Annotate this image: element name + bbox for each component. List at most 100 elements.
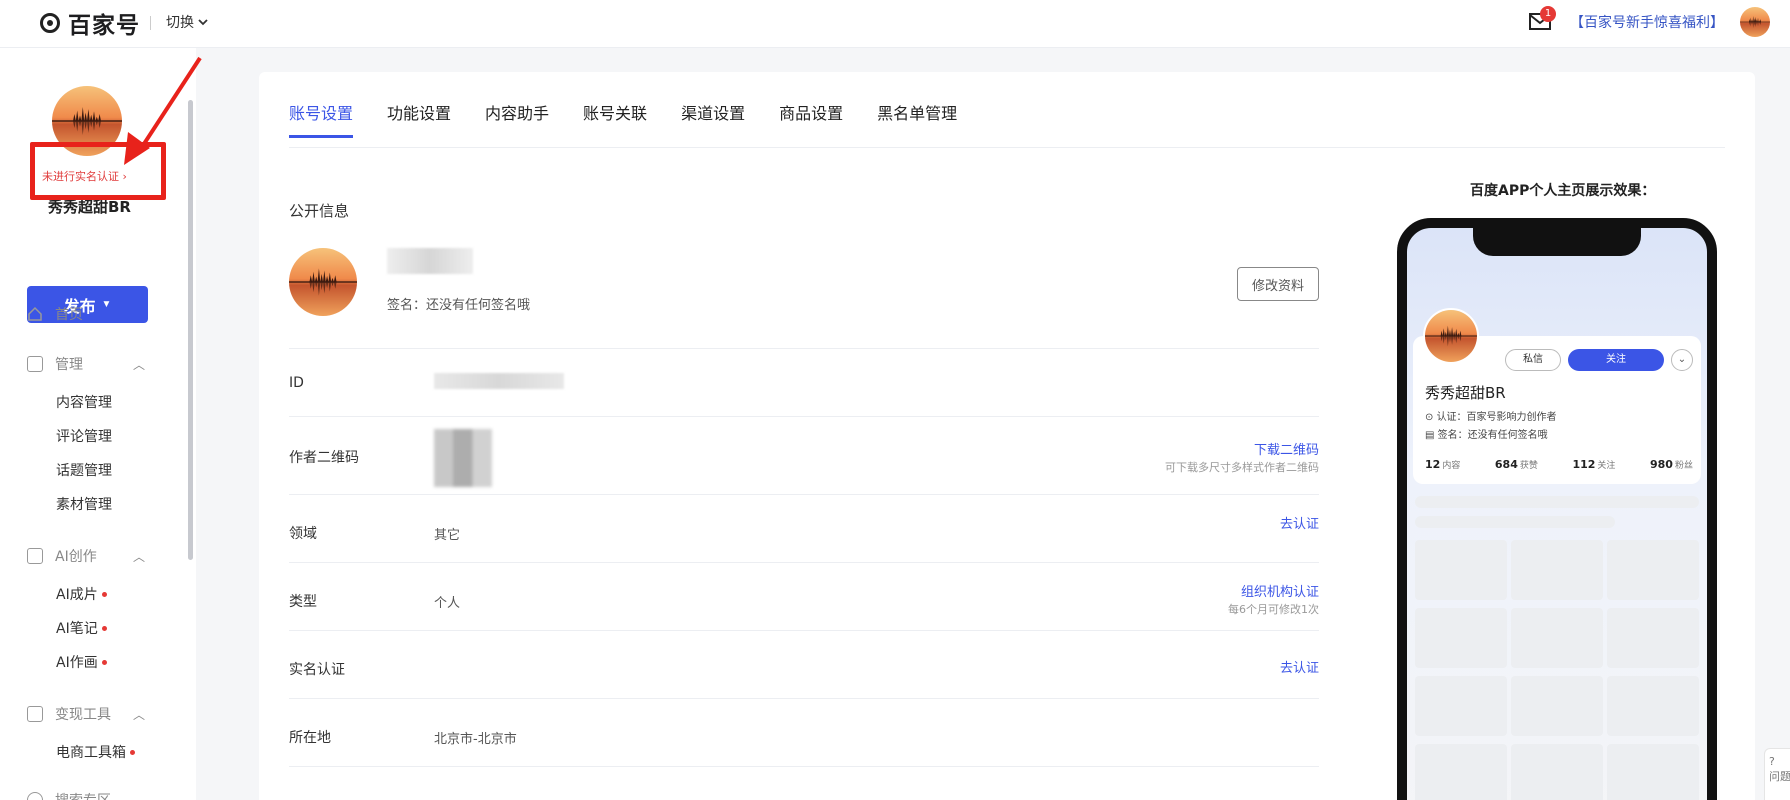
manage-icon <box>27 356 43 372</box>
download-qrcode-link[interactable]: 下载二维码 <box>1254 439 1319 458</box>
preview-title: 百度APP个人主页展示效果： <box>1470 183 1656 199</box>
chevron-down-icon <box>198 19 208 26</box>
chevron-up-icon: ︿ <box>133 707 146 722</box>
tab-channels[interactable]: 渠道设置 <box>681 100 745 138</box>
row-label: 实名认证 <box>289 662 345 678</box>
sidebar-group-search[interactable]: 搜索专区 <box>27 790 111 800</box>
preview-signature-text: 签名：还没有任何签名哦 <box>1437 430 1548 441</box>
sidebar-item-label: AI成片 <box>56 587 98 603</box>
new-dot <box>130 749 135 755</box>
qrcode-hint: 可下载多尺寸多样式作者二维码 <box>1165 461 1319 474</box>
row-label: 领域 <box>289 526 317 542</box>
preview-grid <box>1415 608 1699 668</box>
promo-link[interactable]: 【百家号新手惊喜福利】 <box>1570 12 1724 32</box>
type-hint: 每6个月可修改1次 <box>1228 603 1319 616</box>
row-location: 所在地 北京市-北京市 <box>289 698 1319 766</box>
stat-num: 684 <box>1494 458 1518 471</box>
tab-products[interactable]: 商品设置 <box>779 100 843 138</box>
new-dot <box>101 659 107 665</box>
preview-placeholder <box>1415 516 1615 528</box>
sidebar-group-monetize[interactable]: 变现工具 ︿ <box>27 704 145 724</box>
sidebar-group-ai[interactable]: AI创作 ︿ <box>27 546 145 566</box>
sidebar-item-label: AI笔记 <box>56 621 98 637</box>
header-divider <box>150 16 151 30</box>
stat-label: 内容 <box>1442 461 1461 471</box>
sidebar-item-label: 电商工具箱 <box>56 745 126 761</box>
stat-num: 112 <box>1572 458 1596 471</box>
switch-account-button[interactable]: 切换 <box>166 12 208 32</box>
field-verify-link[interactable]: 去认证 <box>1280 513 1319 532</box>
logo-text: 百家号 <box>68 13 140 39</box>
chevron-down-icon: ⌄ <box>1671 349 1693 371</box>
blurred-id <box>434 373 564 389</box>
row-value: 其它 <box>434 528 461 543</box>
sidebar-item-ai-video[interactable]: AI成片 <box>56 584 107 604</box>
help-widget[interactable]: ? 问题 <box>1764 748 1790 800</box>
sidebar-item-materials[interactable]: 素材管理 <box>56 494 112 514</box>
preview-cert-text: 认证：百家号影响力创作者 <box>1436 412 1557 423</box>
row-label: 所在地 <box>289 730 331 746</box>
new-dot <box>101 591 107 597</box>
row-value: 北京市-北京市 <box>434 732 517 747</box>
stat-item: 112 关注 <box>1572 458 1615 471</box>
profile-signature: 签名：还没有任何签名哦 <box>387 298 531 313</box>
tab-account-link[interactable]: 账号关联 <box>583 100 647 138</box>
row-type: 类型 个人 组织机构认证 每6个月可修改1次 <box>289 562 1319 630</box>
preview-grid <box>1415 540 1699 600</box>
tab-features[interactable]: 功能设置 <box>387 100 451 138</box>
profile-avatar <box>289 248 357 316</box>
sidebar-item-ecommerce[interactable]: 电商工具箱 <box>56 742 135 762</box>
logo-icon <box>40 13 60 33</box>
tab-account[interactable]: 账号设置 <box>289 100 354 138</box>
sidebar-item-content[interactable]: 内容管理 <box>56 392 112 412</box>
monetize-icon <box>27 706 43 722</box>
sidebar-group-label: 搜索专区 <box>55 790 111 800</box>
sidebar-item-label: 素材管理 <box>56 497 112 513</box>
sidebar-item-topics[interactable]: 话题管理 <box>56 460 112 480</box>
tab-content-assistant[interactable]: 内容助手 <box>485 100 549 138</box>
help-label: 问题 <box>1769 770 1790 783</box>
stat-item: 980 粉丝 <box>1650 458 1693 471</box>
qrcode-image <box>434 429 492 487</box>
top-header: 百家号 切换 1 【百家号新手惊喜福利】 <box>0 0 1790 48</box>
stat-num: 12 <box>1425 458 1441 471</box>
row-value: 个人 <box>434 596 461 611</box>
preview-cert: ⊙ 认证：百家号影响力创作者 <box>1425 412 1557 423</box>
row-id: ID <box>289 348 1319 416</box>
sidebar-scrollbar[interactable] <box>188 100 193 560</box>
stat-label: 获赞 <box>1519 461 1538 471</box>
row-realname: 实名认证 去认证 <box>289 630 1319 698</box>
preview-grid <box>1415 744 1699 800</box>
sidebar-item-label: 评论管理 <box>56 429 112 445</box>
row-field: 领域 其它 去认证 <box>289 494 1319 562</box>
sidebar-item-ai-painting[interactable]: AI作画 <box>56 652 107 672</box>
chevron-up-icon: ︿ <box>133 549 146 564</box>
preview-message-button: 私信 <box>1505 349 1561 371</box>
home-icon <box>28 306 42 321</box>
stat-item: 684 获赞 <box>1495 458 1538 471</box>
section-title: 公开信息 <box>289 202 350 220</box>
new-dot <box>101 625 107 631</box>
preview-grid <box>1415 676 1699 736</box>
sidebar-group-label: AI创作 <box>55 549 97 565</box>
highlight-box <box>30 142 166 200</box>
mail-badge: 1 <box>1540 6 1556 22</box>
stat-num: 980 <box>1649 458 1673 471</box>
blurred-username <box>387 248 473 274</box>
edit-profile-button[interactable]: 修改资料 <box>1237 267 1319 301</box>
chevron-up-icon: ︿ <box>133 357 146 372</box>
tab-blacklist[interactable]: 黑名单管理 <box>877 100 957 138</box>
phone-notch <box>1473 228 1641 256</box>
sidebar-item-comments[interactable]: 评论管理 <box>56 426 112 446</box>
row-label: 作者二维码 <box>289 450 359 466</box>
preview-follow-button: 关注 <box>1568 349 1664 371</box>
sidebar-item-ai-notes[interactable]: AI笔记 <box>56 618 107 638</box>
header-avatar[interactable] <box>1740 7 1770 37</box>
sidebar-item-label: AI作画 <box>56 655 98 671</box>
org-verify-link[interactable]: 组织机构认证 <box>1241 581 1319 600</box>
baijiahao-logo[interactable]: 百家号 <box>40 8 140 39</box>
sidebar-group-manage[interactable]: 管理 ︿ <box>27 354 145 374</box>
sidebar-item-home[interactable]: 首页 <box>27 304 83 324</box>
realname-verify-row-link[interactable]: 去认证 <box>1280 657 1319 676</box>
switch-label: 切换 <box>166 15 194 31</box>
